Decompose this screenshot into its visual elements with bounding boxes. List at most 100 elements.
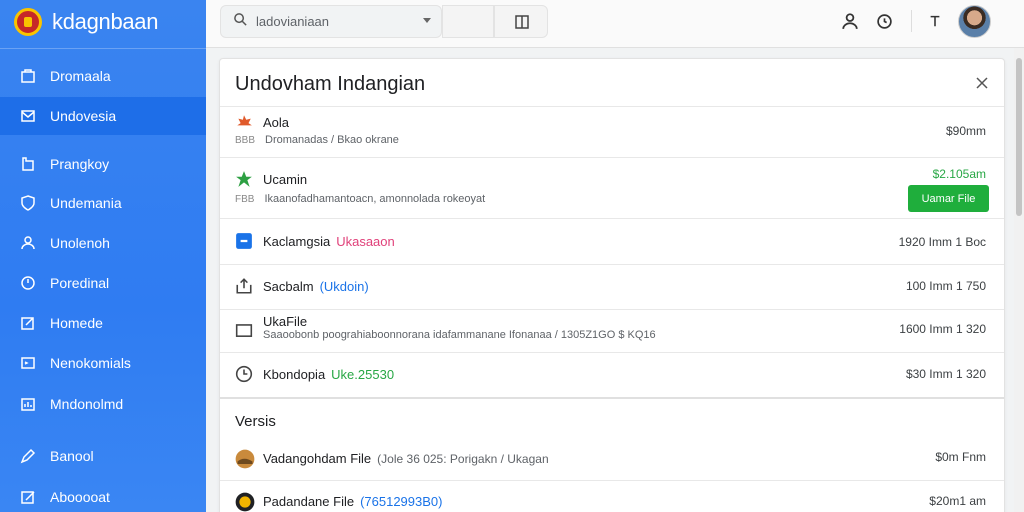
clock-icon [20,275,36,291]
sidebar-item-undovesia[interactable]: Undovesia [0,97,206,135]
row-title[interactable]: Ucamin [263,172,307,187]
row-tag: Uke.25530 [331,367,395,382]
close-icon[interactable] [974,75,990,91]
panel-title: Undovham Indangian [235,73,426,95]
search-input[interactable] [256,14,416,29]
user-icon[interactable] [839,10,861,32]
sidebar-item-label: Dromaala [50,68,111,84]
sidebar: kdagnbaan Dromaala Undovesia Prangkoy Un… [0,0,206,512]
row-title-text: Kbondopia [263,367,326,382]
sidebar-item-mndonolmd[interactable]: Mndonolmd [0,385,206,423]
sidebar-item-undemania[interactable]: Undemania [0,184,206,222]
sidebar-item-label: Nenokomials [50,355,131,371]
row-title[interactable]: Sacbalm (Ukdoin) [263,279,369,294]
row-subtitle: BBB Dromanadas / Bkao okrane [235,134,399,146]
columns-icon [514,14,530,35]
leaf-icon [235,113,253,131]
shield-icon [20,195,36,211]
sidebar-item-banool[interactable]: Banool [0,437,206,475]
edit-icon [20,315,36,331]
row-value: 1920 Imm 1 Boc [898,235,986,249]
topbar-divider [911,10,912,32]
layout-toggle-button[interactable] [494,5,548,38]
row-tag: (Ukdoin) [319,279,369,294]
sidebar-item-label: Abooooat [50,489,110,505]
avatar[interactable] [958,5,991,38]
row-value: $0m Fnm [935,450,986,464]
sidebar-item-label: Homede [50,315,103,331]
terminal-icon [20,355,36,371]
toolbar-blank-box[interactable] [442,5,494,38]
row-title-text: Sacbalm [263,279,314,294]
sidebar-divider [0,48,206,49]
upload-icon [235,277,253,295]
row-value: $30 Imm 1 320 [905,367,986,381]
sidebar-item-dromaala[interactable]: Dromaala [0,57,206,95]
info-icon[interactable] [873,10,895,32]
mail-icon [20,108,36,124]
sidebar-item-label: Prangkoy [50,156,110,172]
sidebar-item-label: Undemania [50,195,122,211]
row-value: $2.105am [932,167,986,181]
scrollbar-thumb[interactable] [1016,58,1022,216]
divider [220,352,1004,353]
row-value: 100 Imm 1 750 [905,279,986,293]
users-icon [20,235,36,251]
sidebar-item-homede[interactable]: Homede [0,304,206,342]
row-tag: (76512993B0) [360,494,443,509]
top-bar [206,0,1024,48]
divider [220,264,1004,265]
globe-icon [235,449,255,469]
chevron-down-icon[interactable] [423,18,431,23]
sidebar-item-prangkoy[interactable]: Prangkoy [0,145,206,183]
section-title: Versis [235,413,276,430]
search-icon [233,12,248,32]
row-title[interactable]: Aola [263,115,289,130]
row-sub-text: Dromanadas / Bkao okrane [265,134,399,146]
row-sub-text: Ikaanofadhamantoacn, amonnolada rokeoyat [264,193,486,205]
row-value: $90mm [945,124,986,138]
row-sub-prefix: FBB [235,194,255,205]
row-title-text: Padandane File [263,494,355,509]
search-box[interactable] [220,5,442,38]
badge-icon [235,492,255,512]
app-icon [235,232,253,250]
divider [220,218,1004,219]
upload-file-button[interactable]: Uamar File [908,185,989,212]
divider [220,106,1004,107]
divider [220,157,1004,158]
row-sub-prefix: BBB [235,135,256,146]
row-subtitle: Saaoobonb poograhiaboonnorana idafammana… [263,329,656,341]
brand-logo-icon [14,8,42,36]
folder-icon [235,321,253,339]
sidebar-item-nenokomials[interactable]: Nenokomials [0,344,206,382]
brand-name: kdagnbaan [52,9,159,34]
briefcase-icon [20,68,36,84]
sidebar-item-label: Mndonolmd [50,396,124,412]
clover-icon [235,170,253,188]
row-title-text: Vadangohdam File [263,451,372,466]
row-title[interactable]: UkaFile [263,314,307,329]
row-title[interactable]: Kaclamgsia Ukasaaon [263,234,395,249]
filter-icon[interactable] [924,10,946,32]
divider [220,480,1004,481]
sidebar-item-label: Banool [50,448,94,464]
square-pen-icon [20,489,36,505]
row-title-text: Kaclamgsia [263,234,331,249]
sidebar-item-label: Unolenoh [50,235,110,251]
sidebar-item-unolenoh[interactable]: Unolenoh [0,224,206,262]
row-title[interactable]: Kbondopia Uke.25530 [263,367,394,382]
row-tag: (Jole 36 025: Porigakn / Ukagan [377,452,549,466]
row-value: 1600 Imm 1 320 [899,322,986,336]
section-divider [220,397,1004,399]
divider [220,309,1004,310]
row-title[interactable]: Vadangohdam File (Jole 36 025: Porigakn /… [263,451,549,466]
book-icon [20,156,36,172]
row-value: $20m1 am [929,494,986,508]
sidebar-item-label: Poredinal [50,275,110,291]
timer-icon [235,365,253,383]
brand[interactable]: kdagnbaan [14,6,158,38]
row-title[interactable]: Padandane File (76512993B0) [263,494,442,509]
sidebar-item-poredinal[interactable]: Poredinal [0,264,206,302]
sidebar-item-abooooat[interactable]: Abooooat [0,478,206,512]
